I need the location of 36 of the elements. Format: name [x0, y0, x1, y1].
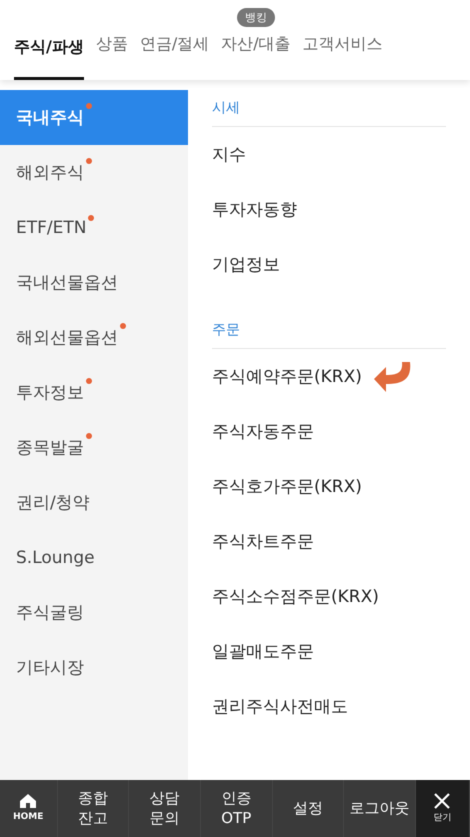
sidebar-item[interactable]: 종목발굴 — [0, 420, 188, 475]
sidebar-item[interactable]: S.Lounge — [0, 530, 188, 585]
menu-link[interactable]: 기업정보 — [212, 253, 280, 276]
menu-link[interactable]: 일괄매도주문 — [212, 640, 314, 663]
sidebar-item[interactable]: 해외선물옵션 — [0, 310, 188, 365]
tab-badge: 뱅킹 — [236, 8, 275, 27]
menu-tab[interactable]: 연금/절세 — [140, 34, 210, 80]
menu-link[interactable]: 권리주식사전매도 — [212, 695, 348, 718]
menu-link[interactable]: 지수 — [212, 143, 246, 166]
sidebar-item[interactable]: 주식굴링 — [0, 585, 188, 640]
sidebar-item[interactable]: 국내선물옵션 — [0, 255, 188, 310]
home-icon — [19, 793, 38, 810]
sidebar-item[interactable]: 기타시장 — [0, 640, 188, 695]
menu-link[interactable]: 주식자동주문 — [212, 420, 314, 443]
menu-tab[interactable]: 상품 — [96, 34, 128, 80]
sidebar-item[interactable]: ETF/ETN — [0, 200, 188, 255]
sidebar-item[interactable]: 투자정보 — [0, 365, 188, 420]
menu-link[interactable]: 주식차트주문 — [212, 530, 314, 553]
sidebar-item[interactable]: 권리/청약 — [0, 475, 188, 530]
close-icon — [433, 792, 452, 810]
sidebar-item[interactable]: 해외주식 — [0, 145, 188, 200]
section-heading: 시세 — [212, 90, 446, 127]
section-heading: 주문 — [212, 312, 446, 349]
sidebar-item[interactable]: 국내주식 — [0, 90, 188, 145]
menu-link[interactable]: 투자자동향 — [212, 198, 297, 221]
menu-link[interactable]: 주식호가주문(KRX) — [212, 475, 362, 498]
bottom-menu-button[interactable]: 종합 잔고 — [58, 780, 130, 837]
close-button[interactable]: 닫기 — [416, 780, 470, 837]
menu-link[interactable]: 주식예약주문(KRX) — [212, 365, 362, 388]
menu-link[interactable]: 주식소수점주문(KRX) — [212, 585, 379, 608]
menu-tab[interactable]: 주식/파생 — [14, 37, 84, 80]
bottom-menu-button[interactable]: 설정 — [272, 780, 344, 837]
bottom-menu-button[interactable]: 인증 OTP — [200, 780, 273, 837]
home-button[interactable]: HOME — [0, 780, 58, 837]
bottom-menu-button[interactable]: 상담 문의 — [129, 780, 201, 837]
menu-tab[interactable]: 고객서비스 — [302, 34, 383, 80]
